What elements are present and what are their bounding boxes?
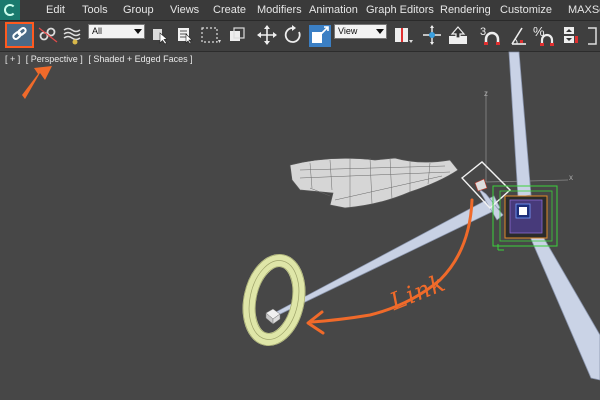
- axis-label-x: x: [569, 173, 573, 182]
- link-bone[interactable]: [270, 195, 501, 319]
- viewport-scene: z x: [22, 51, 600, 381]
- bent-mesh-object[interactable]: [289, 157, 459, 209]
- callout-arrow-icon: [22, 66, 52, 99]
- vertical-bone[interactable]: [508, 51, 532, 198]
- torus-object[interactable]: [235, 249, 313, 351]
- target-box-object[interactable]: [492, 185, 558, 251]
- lower-bone[interactable]: [527, 227, 600, 381]
- axis-label-z: z: [484, 89, 488, 98]
